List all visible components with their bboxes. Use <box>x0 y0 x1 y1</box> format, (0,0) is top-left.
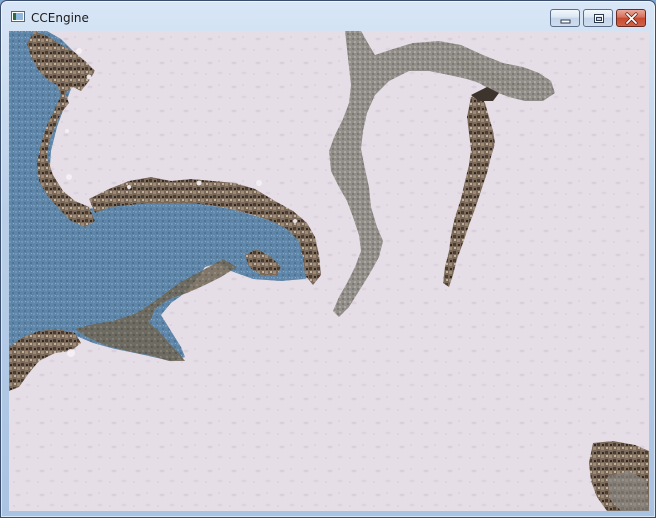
map-canvas[interactable] <box>9 31 649 511</box>
game-viewport[interactable] <box>9 31 649 511</box>
app-window: CCEngine <box>0 0 656 518</box>
window-title: CCEngine <box>31 11 89 25</box>
close-button[interactable] <box>616 9 646 27</box>
minimize-button[interactable] <box>550 9 580 27</box>
minimize-icon <box>560 19 571 24</box>
maximize-icon <box>594 14 604 23</box>
title-bar[interactable]: CCEngine <box>1 1 655 30</box>
close-icon <box>625 12 638 25</box>
app-icon <box>11 11 25 22</box>
maximize-button[interactable] <box>583 9 613 27</box>
